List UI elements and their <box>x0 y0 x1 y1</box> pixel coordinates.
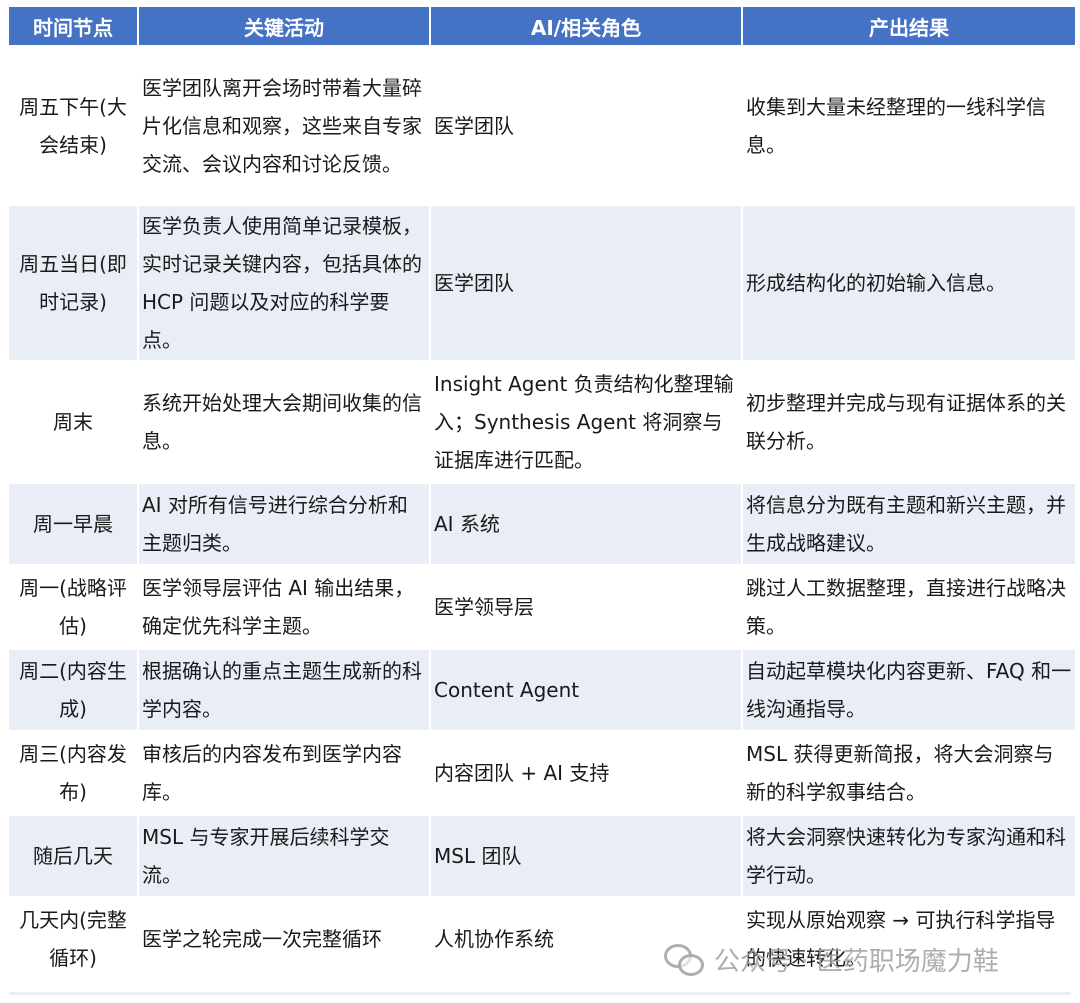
result-cell: 自动起草模块化内容更新、FAQ 和一线沟通指导。 <box>743 650 1075 730</box>
result-cell: 收集到大量未经整理的一线科学信息。 <box>743 48 1075 203</box>
time-cell: 周五下午(大会结束) <box>9 48 137 203</box>
activity-cell: 医学团队离开会场时带着大量碎片化信息和观察，这些来自专家交流、会议内容和讨论反馈… <box>139 48 429 203</box>
table-row: 周一早晨 AI 对所有信号进行综合分析和主题归类。 AI 系统 将信息分为既有主… <box>9 484 1075 564</box>
activity-cell: 系统开始处理大会期间收集的信息。 <box>139 363 429 481</box>
activity-cell: 医学之轮完成一次完整循环 <box>139 899 429 979</box>
table-row: 周五下午(大会结束) 医学团队离开会场时带着大量碎片化信息和观察，这些来自专家交… <box>9 48 1075 203</box>
result-cell: 将信息分为既有主题和新兴主题，并生成战略建议。 <box>743 484 1075 564</box>
time-cell: 周末 <box>9 363 137 481</box>
header-role: AI/相关角色 <box>431 7 741 45</box>
activity-cell: 医学负责人使用简单记录模板，实时记录关键内容，包括具体的 HCP 问题以及对应的… <box>139 206 429 360</box>
result-cell: 初步整理并完成与现有证据体系的关联分析。 <box>743 363 1075 481</box>
role-cell: AI 系统 <box>431 484 741 564</box>
result-cell: 将大会洞察快速转化为专家沟通和科学行动。 <box>743 816 1075 896</box>
table-row: 几天内(完整循环) 医学之轮完成一次完整循环 人机协作系统 实现从原始观察 → … <box>9 899 1075 979</box>
role-cell: 内容团队 + AI 支持 <box>431 733 741 813</box>
activity-cell: MSL 与专家开展后续科学交流。 <box>139 816 429 896</box>
table-row: 周五当日(即时记录) 医学负责人使用简单记录模板，实时记录关键内容，包括具体的 … <box>9 206 1075 360</box>
role-cell: Insight Agent 负责结构化整理输入；Synthesis Agent … <box>431 363 741 481</box>
role-cell: 医学团队 <box>431 206 741 360</box>
activity-cell: AI 对所有信号进行综合分析和主题归类。 <box>139 484 429 564</box>
role-cell: MSL 团队 <box>431 816 741 896</box>
activity-cell: 审核后的内容发布到医学内容库。 <box>139 733 429 813</box>
activity-cell: 医学领导层评估 AI 输出结果，确定优先科学主题。 <box>139 567 429 647</box>
table-row: 随后几天 MSL 与专家开展后续科学交流。 MSL 团队 将大会洞察快速转化为专… <box>9 816 1075 896</box>
table-row: 周一(战略评估) 医学领导层评估 AI 输出结果，确定优先科学主题。 医学领导层… <box>9 567 1075 647</box>
header-row: 时间节点 关键活动 AI/相关角色 产出结果 <box>9 7 1075 45</box>
table-row: 周二(内容生成) 根据确认的重点主题生成新的科学内容。 Content Agen… <box>9 650 1075 730</box>
activity-cell: 根据确认的重点主题生成新的科学内容。 <box>139 650 429 730</box>
time-cell: 周一(战略评估) <box>9 567 137 647</box>
result-cell: 形成结构化的初始输入信息。 <box>743 206 1075 360</box>
header-time: 时间节点 <box>9 7 137 45</box>
time-cell: 几天内(完整循环) <box>9 899 137 979</box>
time-cell: 周三(内容发布) <box>9 733 137 813</box>
table-bottom-rule <box>9 992 1071 995</box>
time-cell: 随后几天 <box>9 816 137 896</box>
table-row: 周末 系统开始处理大会期间收集的信息。 Insight Agent 负责结构化整… <box>9 363 1075 481</box>
header-activity: 关键活动 <box>139 7 429 45</box>
time-cell: 周二(内容生成) <box>9 650 137 730</box>
time-cell: 周一早晨 <box>9 484 137 564</box>
role-cell: 人机协作系统 <box>431 899 741 979</box>
header-result: 产出结果 <box>743 7 1075 45</box>
result-cell: 实现从原始观察 → 可执行科学指导的快速转化。 <box>743 899 1075 979</box>
role-cell: 医学团队 <box>431 48 741 203</box>
time-cell: 周五当日(即时记录) <box>9 206 137 360</box>
result-cell: MSL 获得更新简报，将大会洞察与新的科学叙事结合。 <box>743 733 1075 813</box>
role-cell: Content Agent <box>431 650 741 730</box>
timeline-table: 时间节点 关键活动 AI/相关角色 产出结果 周五下午(大会结束) 医学团队离开… <box>7 4 1077 982</box>
role-cell: 医学领导层 <box>431 567 741 647</box>
result-cell: 跳过人工数据整理，直接进行战略决策。 <box>743 567 1075 647</box>
table-row: 周三(内容发布) 审核后的内容发布到医学内容库。 内容团队 + AI 支持 MS… <box>9 733 1075 813</box>
